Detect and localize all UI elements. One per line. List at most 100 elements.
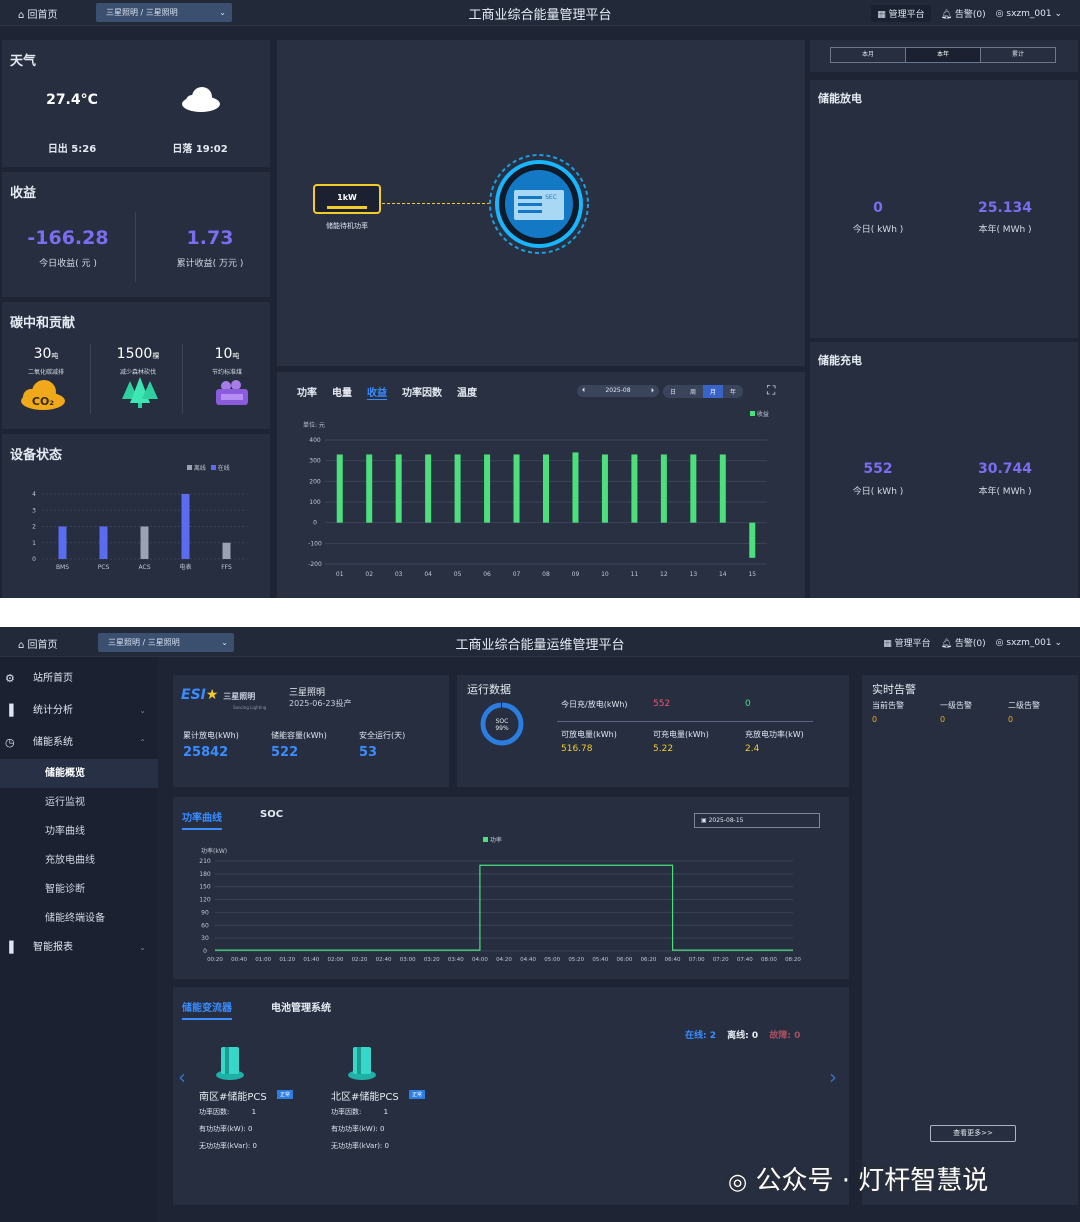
bar-income [631,454,638,523]
tab-temperature[interactable]: 温度 [457,384,477,400]
prev-arrow-icon[interactable]: ‹ [178,1065,186,1089]
station-selector[interactable]: 三星照明 / 三星照明 ⌄ [98,633,234,652]
tab-this-year[interactable]: 本年 [906,48,981,62]
alarm-col-value: 0 [1008,715,1014,724]
manage-platform-button[interactable]: ▦ 管理平台 [883,636,930,649]
bar-income [395,454,402,523]
device-pf: 功率因数: 1 [331,1108,389,1116]
tab-energy[interactable]: 电量 [332,384,352,400]
period-year[interactable]: 年 [723,385,743,398]
device-label: SEC [545,194,557,201]
sidebar-sub-terminal[interactable]: 储能终端设备 [0,904,158,933]
home-link[interactable]: ⌂ 回首页 [18,6,58,21]
x-tick-label: 04 [424,571,432,578]
tab-bms[interactable]: 电池管理系统 [271,999,331,1014]
top-bar: ⌂ 回首页 三星照明 / 三星照明 ⌄ 工商业综合能量管理平台 ▦ 管理平台 🔔︎… [0,0,1080,26]
tab-income[interactable]: 收益 [367,384,387,400]
tab-power-factor[interactable]: 功率因数 [402,384,442,400]
next-icon[interactable]: ⏵ [651,385,654,397]
y-tick-label: 30 [201,935,209,942]
prev-icon[interactable]: ⏴ [582,385,585,397]
device-name: 南区#储能PCS [199,1092,267,1103]
screenshot-2: ⌂ 回首页 三星照明 / 三星照明 ⌄ 工商业综合能量运维管理平台 ▦ 管理平台 … [0,627,1080,1222]
weather-panel: 天气 27.4°C 日出 5:26 日落 19:02 [2,40,270,167]
logo-subtitle: Sancing Lighting [233,705,267,710]
view-more-button[interactable]: 查看更多>> [930,1125,1016,1142]
tab-cumulative[interactable]: 累计 [981,48,1055,62]
period-month[interactable]: 月 [703,385,724,398]
next-arrow-icon[interactable]: › [829,1065,837,1089]
sidebar-sub-monitor[interactable]: 运行监视 [0,788,158,817]
top-bar: ⌂ 回首页 三星照明 / 三星照明 ⌄ 工商业综合能量运维管理平台 ▦ 管理平台 … [0,627,1080,657]
home-icon: ⌂ [18,640,25,651]
date-picker[interactable]: ⏴ 2025-08 ⏵ [577,385,659,397]
company-logo: ESI★ 三星照明 [181,687,256,703]
y-tick-label: 400 [309,437,321,444]
user-menu[interactable]: ◎ sxzm_001 ⌄ [996,9,1062,19]
period-day[interactable]: 日 [663,385,683,398]
x-tick-label: FFS [221,564,232,571]
sidebar-sub-charge-curve[interactable]: 充放电曲线 [0,846,158,875]
pcs-device-icon [216,1047,244,1080]
station-selector[interactable]: 三星照明 / 三星照明 ⌄ [96,3,232,22]
date-input[interactable]: ▣ 2025-08-15 [694,813,820,828]
y-tick-label: 120 [199,897,211,904]
sidebar-item-stats[interactable]: ▐ 统计分析 ⌄ [0,696,158,726]
bar-income [454,454,461,523]
income-panel: 收益 -166.28 今日收益( 元 ) 1.73 累计收益( 万元 ) [2,172,270,297]
device-active-power: 有功功率(kW): 0 [199,1125,253,1133]
watermark: ◎ 公众号 · 灯杆智慧说 [728,1166,989,1196]
sidebar-item-reports[interactable]: ▐ 智能报表 ⌄ [0,933,158,963]
income-title: 收益 [10,186,37,201]
device-pf: 功率因数: 1 [199,1108,257,1116]
coal-cart-icon [216,380,248,405]
alarm-button[interactable]: 🔔︎ 告警(0) [941,7,986,20]
tab-pcs[interactable]: 储能变流器 [182,999,232,1020]
x-tick-label: 04:40 [520,957,536,963]
x-tick-label: BMS [56,564,69,571]
y-tick-label: -200 [308,561,322,568]
alarm-panel: 实时告警 当前告警 0 一级告警 0 二级告警 0 查看更多>> [862,675,1078,1205]
fullscreen-icon[interactable]: ⛶ [767,383,775,398]
charge-year-label: 本年( MWh ) [978,487,1032,497]
discharge-year-label: 本年( MWh ) [978,225,1032,235]
y-tick-label: 2 [32,524,36,531]
y-tick-label: 60 [201,922,209,929]
sidebar-sub-overview[interactable]: 储能概览 [0,759,158,788]
tab-power-curve[interactable]: 功率曲线 [182,809,222,830]
home-link[interactable]: ⌂ 回首页 [18,636,58,651]
x-tick-label: 07:40 [737,957,753,963]
y-tick-label: 210 [199,858,211,865]
user-menu[interactable]: ◎ sxzm_001 ⌄ [996,638,1062,648]
y-tick-label: 90 [201,909,209,916]
sidebar-item-storage[interactable]: ◷ 储能系统 ⌃ [0,728,158,758]
chevron-up-icon: ⌃ [139,738,146,747]
tab-this-month[interactable]: 本月 [831,48,906,62]
x-tick-label: 04:00 [472,957,488,963]
alarm-col-value: 0 [872,715,878,724]
income-unit: 单位: 元 [303,422,325,429]
station-icon: ⚙ [5,672,15,685]
grid-icon: ▦ [877,10,886,20]
tab-power[interactable]: 功率 [297,384,317,400]
co2-value: 30吨 [33,346,59,362]
x-tick-label: 01:40 [303,957,319,963]
bar-income [749,522,756,558]
sidebar-sub-diagnosis[interactable]: 智能诊断 [0,875,158,904]
charge-today-label: 今日( kWh ) [852,487,904,497]
run-data-title: 运行数据 [467,683,511,696]
x-tick-label: 02:20 [352,957,368,963]
sidebar-item-home[interactable]: ⚙ 站所首页 [0,664,158,694]
tab-soc[interactable]: SOC [260,809,283,820]
sidebar-sub-power-curve[interactable]: 功率曲线 [0,817,158,846]
manage-platform-button[interactable]: ▦ 管理平台 [871,5,931,22]
period-week[interactable]: 周 [683,385,703,398]
bar-chart-icon: ▐ [5,704,14,717]
x-tick-label: 14 [719,571,727,578]
standby-power-label: 储能待机功率 [326,222,368,230]
storage-device-icon: SEC [489,154,589,254]
discharge-today-label: 今日( kWh ) [852,225,904,235]
alarm-button[interactable]: 🔔︎ 告警(0) [941,636,986,649]
y-tick-label: 0 [32,556,36,563]
device-reactive-power: 无功功率(kVar): 0 [331,1142,389,1150]
